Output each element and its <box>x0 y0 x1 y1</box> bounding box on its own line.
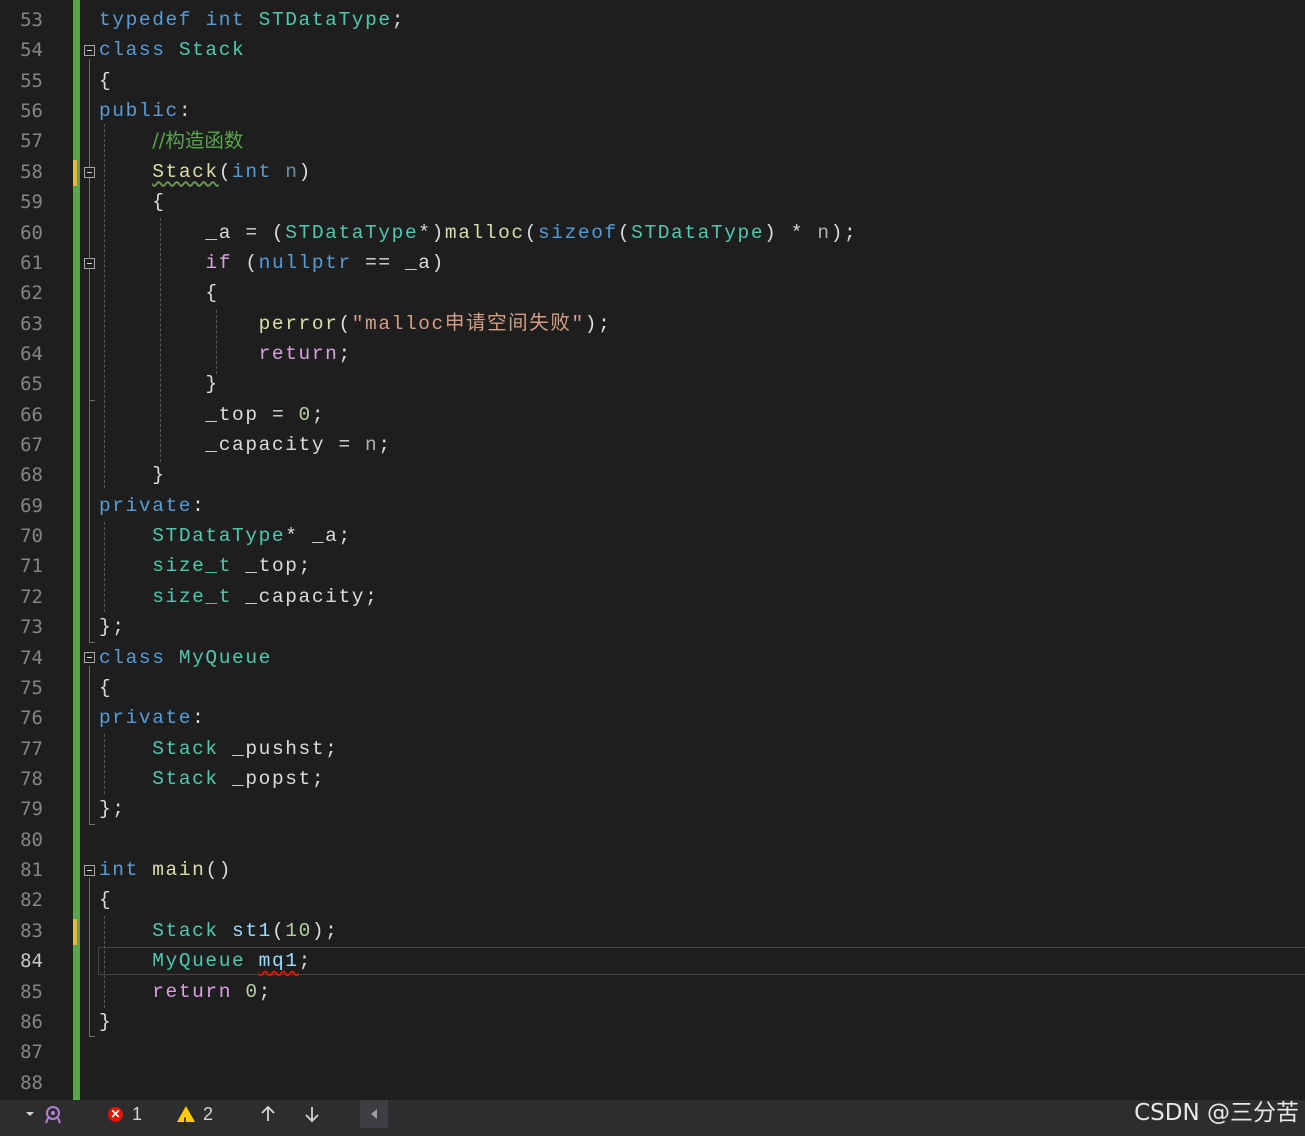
code-line[interactable]: Stack(int n) <box>0 157 1305 187</box>
code-line[interactable]: if (nullptr == _a) <box>0 248 1305 278</box>
error-icon: ✕ <box>108 1106 123 1122</box>
code-editor[interactable]: 53 54 55 56 57 58 59 60 61 62 63 64 65 6… <box>0 0 1305 1100</box>
code-line[interactable]: }; <box>0 612 1305 642</box>
editor-status-bar: ✕ 1 2 <box>0 1100 1305 1136</box>
code-line[interactable]: _a = (STDataType*)malloc(sizeof(STDataTy… <box>0 218 1305 248</box>
code-line[interactable]: int main() <box>0 855 1305 885</box>
code-line[interactable]: }; <box>0 794 1305 824</box>
code-line[interactable]: size_t _top; <box>0 551 1305 581</box>
code-line[interactable]: STDataType* _a; <box>0 521 1305 551</box>
code-line[interactable]: { <box>0 673 1305 703</box>
code-line[interactable] <box>0 1037 1305 1067</box>
code-line[interactable] <box>0 1068 1305 1098</box>
code-line[interactable]: _top = 0; <box>0 400 1305 430</box>
code-line[interactable] <box>0 825 1305 855</box>
code-line[interactable]: { <box>0 278 1305 308</box>
code-line[interactable]: { <box>0 885 1305 915</box>
scroll-left-icon[interactable] <box>360 1100 388 1128</box>
code-line-current[interactable]: MyQueue mq1; <box>0 946 1305 976</box>
up-arrow-icon[interactable] <box>258 1100 278 1128</box>
code-line[interactable]: class Stack <box>0 35 1305 65</box>
code-line[interactable]: } <box>0 1007 1305 1037</box>
code-line[interactable]: { <box>0 66 1305 96</box>
code-line[interactable]: } <box>0 460 1305 490</box>
code-line[interactable]: } <box>0 369 1305 399</box>
code-line[interactable]: class MyQueue <box>0 643 1305 673</box>
error-count[interactable]: ✕ 1 <box>108 1100 142 1128</box>
code-line[interactable]: Stack st1(10); <box>0 916 1305 946</box>
code-line[interactable]: size_t _capacity; <box>0 582 1305 612</box>
warning-icon <box>177 1106 195 1136</box>
code-line[interactable]: _capacity = n; <box>0 430 1305 460</box>
code-line[interactable]: private: <box>0 703 1305 733</box>
code-line[interactable]: Stack _pushst; <box>0 734 1305 764</box>
code-line[interactable]: Stack _popst; <box>0 764 1305 794</box>
code-line[interactable]: return; <box>0 339 1305 369</box>
watermark-text: CSDN @三分苦 <box>1134 1100 1299 1126</box>
code-line[interactable]: return 0; <box>0 977 1305 1007</box>
code-line[interactable]: //构造函数 <box>0 126 1305 156</box>
dropdown-icon[interactable] <box>24 1100 36 1128</box>
code-line[interactable]: typedef int STDataType; <box>0 5 1305 35</box>
down-arrow-icon[interactable] <box>302 1100 322 1128</box>
code-line[interactable]: private: <box>0 491 1305 521</box>
code-line[interactable]: perror("malloc申请空间失败"); <box>0 309 1305 339</box>
warning-count[interactable]: 2 <box>177 1100 213 1136</box>
code-line[interactable]: { <box>0 187 1305 217</box>
code-line[interactable]: public: <box>0 96 1305 126</box>
spy-icon[interactable] <box>42 1100 64 1128</box>
